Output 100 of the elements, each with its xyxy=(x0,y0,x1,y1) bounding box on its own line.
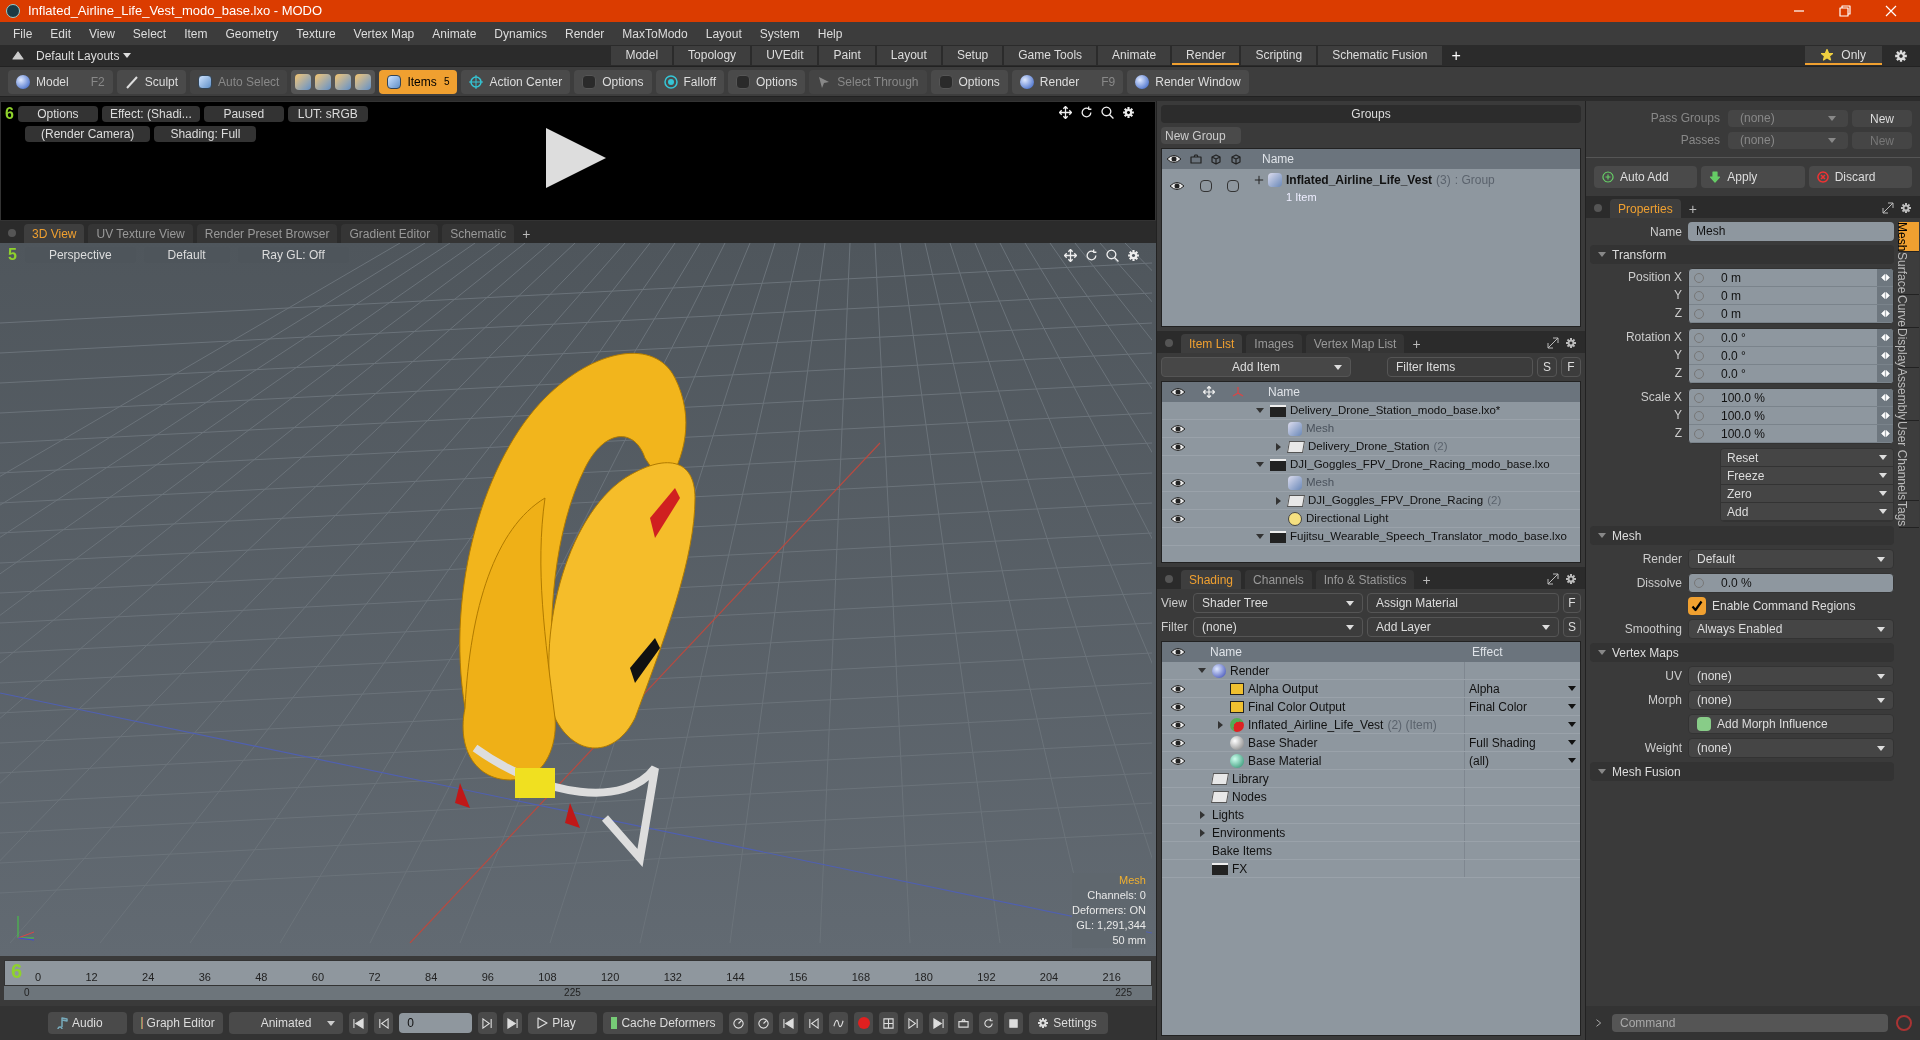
rotate-icon[interactable] xyxy=(1080,106,1093,119)
tree-item[interactable]: Final Color Output xyxy=(1194,698,1464,715)
add-layout-button[interactable]: + xyxy=(1443,43,1469,68)
step-back-icon[interactable] xyxy=(804,1012,824,1034)
add-tab-button[interactable]: + xyxy=(1408,334,1425,353)
zoom-icon[interactable] xyxy=(1106,248,1119,262)
viewport-tab[interactable]: Schematic xyxy=(442,224,515,243)
tree-item[interactable]: Directional Light xyxy=(1252,510,1389,527)
eye-icon[interactable] xyxy=(1170,495,1186,506)
drag-arrows-icon[interactable] xyxy=(1877,305,1893,322)
dial-icon[interactable] xyxy=(754,1012,774,1034)
tree-item[interactable]: FX xyxy=(1194,860,1464,877)
panel-tab[interactable]: Item List xyxy=(1181,334,1243,353)
add-tab-button[interactable]: + xyxy=(1418,570,1435,589)
effect-cell[interactable]: Alpha xyxy=(1464,680,1580,697)
toolbar-button[interactable]: Action Center xyxy=(461,69,571,94)
tree-item[interactable]: Bake Items xyxy=(1194,842,1464,859)
skip-start-icon[interactable] xyxy=(349,1012,369,1034)
panel-tab[interactable]: Vertex Map List xyxy=(1305,334,1405,353)
section-header[interactable]: Vertex Maps xyxy=(1590,643,1894,662)
effect-cell[interactable]: Final Color xyxy=(1464,698,1580,715)
expand-icon[interactable] xyxy=(1547,573,1559,585)
name-field[interactable]: Mesh xyxy=(1688,222,1894,241)
side-tab[interactable]: Surface xyxy=(1899,252,1919,295)
viewport-tab[interactable]: UV Texture View xyxy=(88,224,193,243)
eye-icon[interactable] xyxy=(1170,701,1186,712)
settings-icon[interactable] xyxy=(1565,337,1577,349)
layout-tab[interactable]: Scripting xyxy=(1241,46,1317,65)
menu-item[interactable]: Animate xyxy=(423,24,486,43)
frame-field[interactable]: 0 xyxy=(399,1013,473,1033)
eye-icon[interactable] xyxy=(1170,755,1186,766)
drag-arrows-icon[interactable] xyxy=(1877,365,1893,382)
settings-icon[interactable] xyxy=(1900,202,1912,214)
layout-tab[interactable]: Animate xyxy=(1098,46,1171,65)
skip-start-icon[interactable] xyxy=(779,1012,799,1034)
key-icon[interactable] xyxy=(879,1012,899,1034)
menu-item[interactable]: Edit xyxy=(41,24,81,43)
tree-item[interactable]: Base Shader xyxy=(1194,734,1464,751)
tree-item[interactable]: DJI_Goggles_FPV_Drone_Racing_modo_base.lxo xyxy=(1252,456,1550,473)
tree-item[interactable]: Render xyxy=(1194,662,1464,679)
add-morph-influence-button[interactable]: Add Morph Influence xyxy=(1688,714,1894,734)
tree-item[interactable]: Delivery_Drone_Station_modo_base.lxo* xyxy=(1252,402,1501,419)
menu-item[interactable]: Dynamics xyxy=(485,24,556,43)
menu-item[interactable]: Layout xyxy=(696,24,751,43)
new-group-button[interactable]: New Group xyxy=(1161,127,1241,144)
settings-button[interactable]: Settings xyxy=(1029,1012,1108,1034)
preview-option[interactable]: Paused xyxy=(203,106,284,122)
command-field[interactable]: Command xyxy=(1612,1014,1888,1032)
viewport-tab[interactable]: Render Preset Browser xyxy=(196,224,338,243)
menu-item[interactable]: Render xyxy=(556,24,614,43)
eye-icon[interactable] xyxy=(1169,181,1186,191)
section-header[interactable]: Mesh xyxy=(1590,526,1894,545)
f-button[interactable]: F xyxy=(1563,593,1581,613)
menu-item[interactable]: File xyxy=(4,24,42,43)
zoom-icon[interactable] xyxy=(1101,106,1114,119)
toolbar-button[interactable]: Render F9 xyxy=(1011,69,1124,94)
section-header[interactable]: Mesh Fusion xyxy=(1590,762,1894,781)
layout-tab[interactable]: Paint xyxy=(819,46,875,65)
dial-icon[interactable] xyxy=(729,1012,749,1034)
loop-icon[interactable] xyxy=(979,1012,999,1034)
number-field[interactable]: 0.0 ° xyxy=(1689,365,1893,383)
skip-end-icon[interactable] xyxy=(503,1012,523,1034)
toolbar-button[interactable]: Falloff xyxy=(655,69,724,94)
assign-material-button[interactable]: Assign Material xyxy=(1367,593,1559,613)
rotate-icon[interactable] xyxy=(1085,248,1098,262)
menu-dropdown[interactable]: Add xyxy=(1721,503,1893,521)
checkbox[interactable] xyxy=(1688,597,1706,615)
checkbox-icon[interactable] xyxy=(1200,180,1212,192)
layout-tab[interactable]: Game Tools xyxy=(1004,46,1097,65)
animated-dropdown[interactable]: Animated xyxy=(228,1012,344,1034)
only-button[interactable]: Only xyxy=(1805,46,1882,65)
drag-arrows-icon[interactable] xyxy=(1877,347,1893,364)
cube-icon[interactable] xyxy=(335,73,352,90)
drag-arrows-icon[interactable] xyxy=(1877,329,1893,346)
eye-icon[interactable] xyxy=(1170,477,1186,488)
panel-tab[interactable]: Channels xyxy=(1245,570,1312,589)
dropdown[interactable]: Always Enabled xyxy=(1688,619,1894,639)
cube-icon[interactable] xyxy=(295,73,312,90)
viewport-tab[interactable]: 3D View xyxy=(24,224,85,243)
layout-tab[interactable]: Model xyxy=(611,46,673,65)
eye-icon[interactable] xyxy=(1170,683,1186,694)
drag-arrows-icon[interactable] xyxy=(1877,287,1893,304)
record-button[interactable] xyxy=(854,1012,874,1034)
side-tab[interactable]: User Channels xyxy=(1899,421,1919,502)
section-header[interactable]: Transform xyxy=(1590,245,1894,264)
panel-tab[interactable]: Info & Statistics xyxy=(1315,570,1415,589)
tree-item[interactable]: Alpha Output xyxy=(1194,680,1464,697)
up-arrow-icon[interactable] xyxy=(12,49,24,62)
step-forward-icon[interactable] xyxy=(478,1012,498,1034)
timeline-ruler[interactable]: 6 0 12 24 36 48 60 72 84 96 108 120 132 144 156 168 180 192 204 216 xyxy=(4,960,1152,986)
number-field[interactable]: 0 m xyxy=(1689,305,1893,323)
add-item-dropdown[interactable]: Add Item xyxy=(1161,357,1351,377)
pass-action-button[interactable]: Discard xyxy=(1808,166,1912,188)
layouts-dropdown[interactable]: Default Layouts xyxy=(36,46,132,65)
stop-icon[interactable] xyxy=(1004,1012,1024,1034)
number-field[interactable]: 0.0 ° xyxy=(1689,347,1893,365)
number-field[interactable]: 100.0 % xyxy=(1689,425,1893,443)
move-icon[interactable] xyxy=(1059,106,1072,119)
eye-icon[interactable] xyxy=(1170,423,1186,434)
curve-icon[interactable] xyxy=(829,1012,849,1034)
